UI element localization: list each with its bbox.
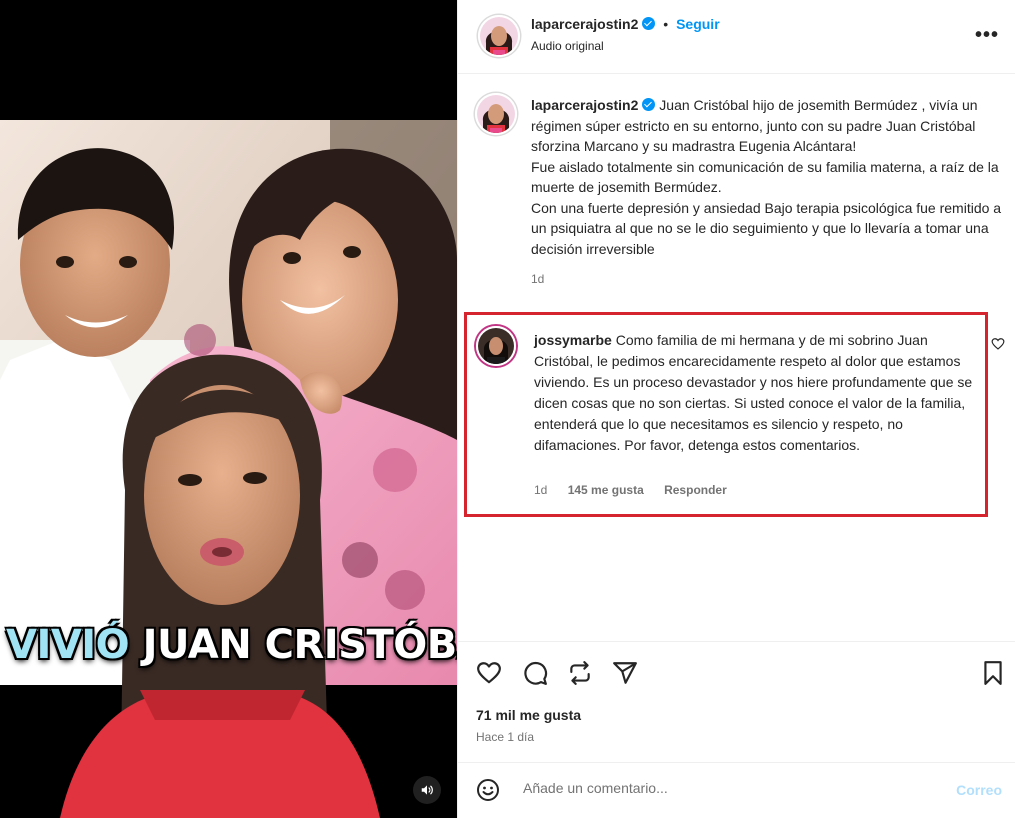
more-options-icon[interactable]: ••• — [975, 24, 999, 47]
save-bookmark-icon[interactable] — [980, 660, 1006, 686]
overlay-accent-word: VIVIÓ — [6, 622, 130, 668]
comment-text: Como familia de mi hermana y de mi sobri… — [534, 332, 973, 453]
comment-body: jossymarbe Como familia de mi hermana y … — [534, 330, 974, 456]
video-overlay-caption: VIVIÓ JUAN CRISTÓBAL — [0, 622, 457, 668]
mute-button[interactable] — [413, 776, 441, 804]
verified-badge-icon — [642, 98, 656, 111]
comment-meta: 1d 145 me gusta Responder — [534, 483, 744, 497]
commenter-avatar[interactable] — [476, 326, 516, 366]
comment-likes[interactable]: 145 me gusta — [568, 483, 644, 497]
caption-avatar-image — [477, 95, 515, 133]
original-audio-link[interactable]: Audio original — [531, 39, 604, 53]
author-avatar-image — [480, 17, 518, 55]
commenter-username[interactable]: jossymarbe — [534, 332, 612, 348]
highlighted-comment: jossymarbe Como familia de mi hermana y … — [464, 312, 988, 517]
post-header: laparcerajostin2 • Seguir Audio original… — [458, 0, 1015, 74]
post-details-panel: laparcerajostin2 • Seguir Audio original… — [457, 0, 1015, 818]
verified-badge-icon — [642, 17, 656, 30]
speaker-icon — [421, 785, 433, 795]
caption-paragraph-3: Con una fuerte depresión y ansiedad Bajo… — [531, 199, 1002, 257]
comment-input[interactable] — [521, 779, 925, 797]
action-bar — [458, 641, 1015, 702]
reply-button[interactable]: Responder — [664, 483, 727, 497]
caption-author-avatar[interactable] — [475, 93, 517, 135]
post-likes-count[interactable]: 71 mil me gusta — [476, 707, 581, 723]
caption-paragraph-2: Fue aislado totalmente sin comunicación … — [531, 158, 999, 196]
separator-dot: • — [663, 16, 669, 32]
caption-timestamp[interactable]: 1d — [531, 272, 544, 286]
post-date[interactable]: Hace 1 día — [476, 730, 534, 744]
repost-icon[interactable] — [567, 660, 593, 686]
caption-text: laparcerajostin2 Juan Cristóbal hijo de … — [531, 95, 1006, 290]
post-video-frame — [0, 0, 457, 818]
add-comment-bar: Correo — [458, 762, 1015, 819]
header-user-line: laparcerajostin2 • Seguir — [531, 16, 720, 32]
share-paper-plane-icon[interactable] — [612, 660, 638, 686]
post-comment-button[interactable]: Correo — [956, 782, 1002, 798]
comment-bubble-icon[interactable] — [522, 660, 548, 686]
comment-like-heart-icon[interactable] — [991, 337, 1005, 351]
like-heart-icon[interactable] — [476, 660, 502, 686]
emoji-icon[interactable] — [476, 778, 500, 802]
overlay-main-text: JUAN CRISTÓBAL — [142, 622, 457, 668]
commenter-avatar-image — [478, 328, 514, 364]
author-avatar[interactable] — [478, 15, 520, 57]
comment-timestamp[interactable]: 1d — [534, 483, 547, 497]
post-media[interactable]: VIVIÓ JUAN CRISTÓBAL — [0, 0, 457, 818]
follow-button[interactable]: Seguir — [676, 16, 720, 32]
header-username[interactable]: laparcerajostin2 — [531, 16, 638, 32]
caption-username[interactable]: laparcerajostin2 — [531, 97, 638, 113]
